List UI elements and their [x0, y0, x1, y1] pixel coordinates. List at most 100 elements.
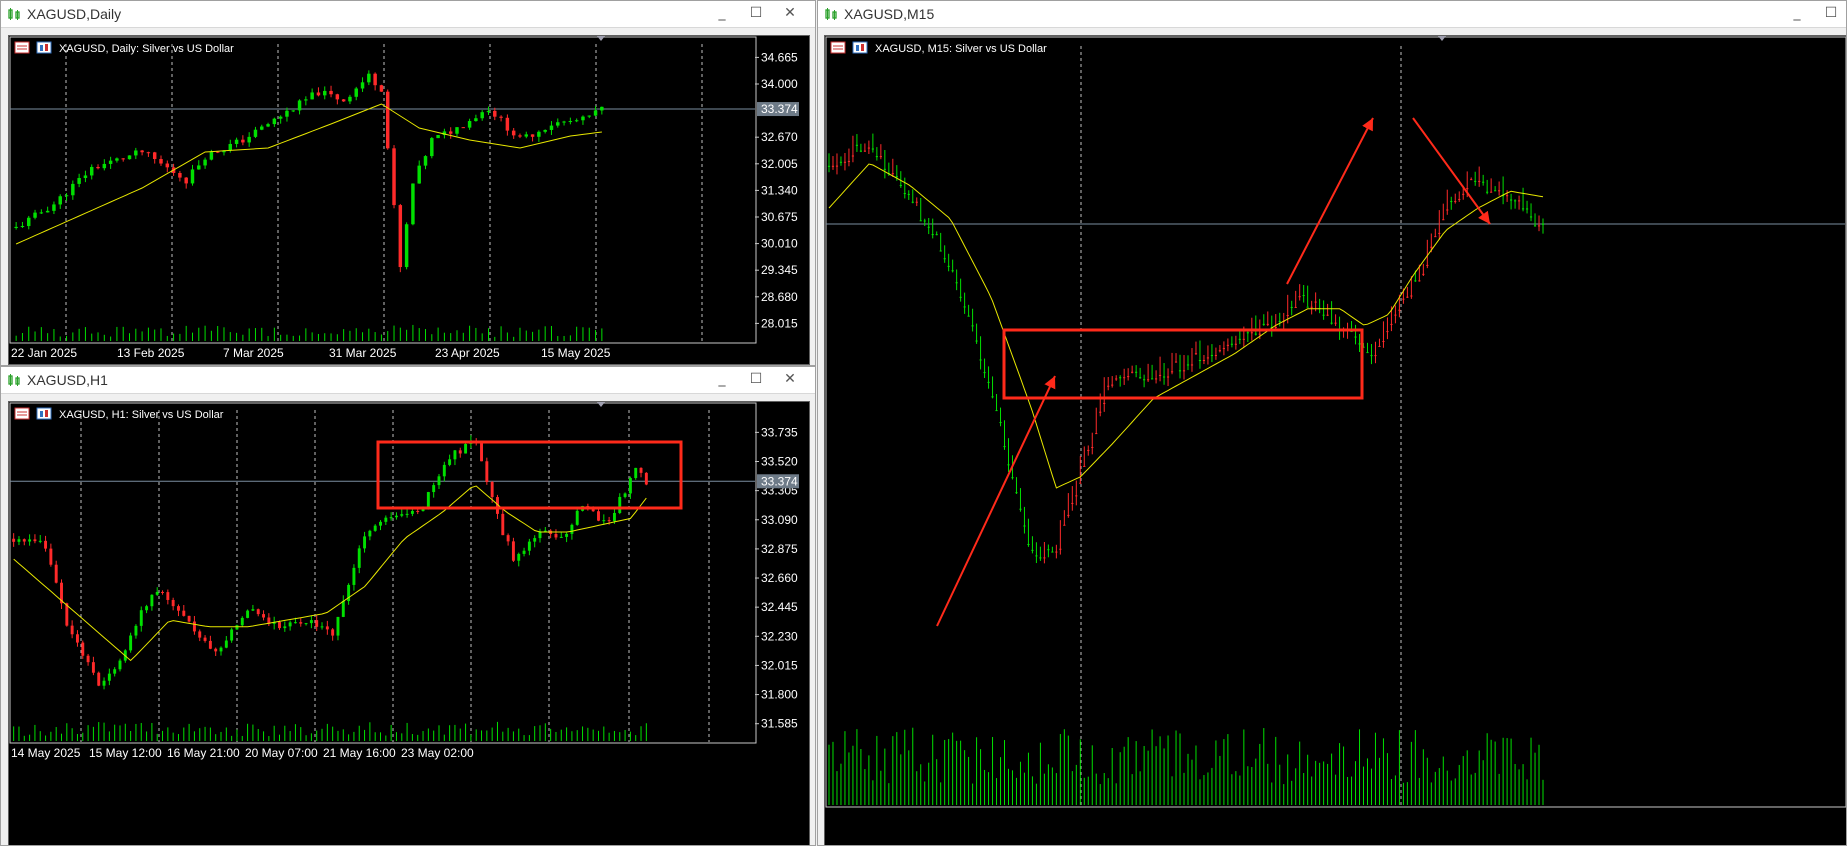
- candle-body: [203, 637, 207, 641]
- candle-body: [1525, 208, 1529, 210]
- plot-frame: [9, 36, 757, 344]
- x-tick-label: 20 May 07:00: [245, 746, 318, 760]
- candle-body: [1486, 191, 1489, 193]
- window-title: XAGUSD,H1: [27, 372, 108, 388]
- candle-body: [102, 163, 107, 169]
- candle-body: [839, 161, 843, 163]
- candle-body: [39, 212, 44, 214]
- maximize-button[interactable]: ☐: [1822, 4, 1840, 22]
- candle-body: [354, 88, 358, 97]
- candle-body: [1466, 188, 1469, 190]
- y-tick-label: 30.010: [761, 237, 798, 251]
- candle-body: [1230, 343, 1233, 345]
- candle-body: [134, 150, 138, 156]
- candle-body: [152, 152, 157, 160]
- candle-body: [1426, 264, 1429, 266]
- candle-body: [411, 183, 415, 225]
- candle-body: [1067, 514, 1070, 516]
- candle-body: [70, 625, 74, 635]
- candle-body: [247, 136, 251, 143]
- candle-body: [855, 144, 859, 146]
- candle-body: [1314, 301, 1317, 303]
- candle-body: [234, 139, 239, 144]
- titlebar-daily[interactable]: XAGUSD,Daily _ ☐ ✕: [1, 1, 815, 28]
- candle-body: [915, 201, 918, 203]
- window-title: XAGUSD,Daily: [27, 6, 122, 22]
- candle-body: [14, 226, 18, 228]
- candle-body: [1258, 333, 1261, 335]
- titlebar-h1[interactable]: XAGUSD,H1 _ ☐ ✕: [1, 367, 815, 394]
- candle-body: [453, 450, 457, 460]
- candle-body: [341, 601, 345, 617]
- icon-part: [14, 407, 30, 420]
- candle-body: [537, 131, 541, 137]
- candle-body: [1378, 345, 1381, 347]
- maximize-button[interactable]: ☐: [747, 4, 765, 22]
- uptrend-arrow-annotation: [1286, 117, 1374, 285]
- candle-body: [165, 163, 170, 168]
- candle-body: [1262, 323, 1265, 325]
- candle-body: [493, 110, 497, 117]
- chart-type-icon: [852, 41, 868, 54]
- candle-body: [847, 160, 851, 162]
- candle-body: [288, 622, 292, 627]
- plot-frame: [9, 402, 757, 744]
- minimize-button[interactable]: _: [1788, 4, 1806, 22]
- candle-body: [859, 150, 863, 152]
- candle-body: [45, 210, 50, 213]
- candle-body: [1103, 402, 1106, 404]
- candle-body: [911, 201, 914, 203]
- candle-body: [1083, 465, 1086, 467]
- minimize-button[interactable]: _: [713, 4, 731, 22]
- candle-body: [1517, 200, 1521, 202]
- candle-body: [113, 669, 117, 674]
- candle-body: [568, 121, 573, 123]
- candle-body: [38, 540, 42, 542]
- candle-body: [392, 148, 396, 206]
- candle-body: [12, 538, 16, 542]
- candle-body: [1298, 296, 1301, 298]
- candle-body: [1310, 306, 1313, 308]
- chart-area-m15[interactable]: XAGUSD, M15: Silver vs US Dollar: [824, 35, 1846, 845]
- icon-part: [36, 41, 52, 54]
- candle-body: [991, 396, 994, 398]
- close-button[interactable]: ✕: [781, 370, 799, 388]
- candle-body: [436, 135, 440, 139]
- candle-body: [224, 640, 228, 648]
- titlebar-m15[interactable]: XAGUSD,M15 _ ☐: [818, 1, 1846, 28]
- candle-body: [102, 680, 106, 686]
- candle-body: [1294, 306, 1297, 308]
- candle-body: [1202, 360, 1206, 362]
- minimize-button[interactable]: _: [713, 370, 731, 388]
- candle-body: [1442, 219, 1445, 221]
- candle-body: [1386, 331, 1389, 333]
- chart-window-icon: [825, 8, 837, 20]
- candle-body: [618, 496, 622, 513]
- candle-body: [1513, 200, 1517, 202]
- candle-body: [1370, 355, 1373, 357]
- candle-body: [352, 567, 356, 585]
- candle-body: [524, 134, 529, 137]
- y-tick-label: 33.090: [761, 513, 798, 527]
- candle-body: [593, 110, 598, 116]
- chart-area-h1[interactable]: 14 May 2025 15 May 12:00 16 May 21:00 20 Ma…: [8, 401, 810, 845]
- candle-body: [581, 116, 585, 121]
- candle-body: [1482, 181, 1485, 183]
- candle-body: [1115, 378, 1118, 380]
- candle-body: [480, 112, 484, 119]
- x-tick-label: 13 Feb 2025: [117, 346, 185, 360]
- candle-body: [591, 509, 595, 512]
- candle-body: [1087, 449, 1090, 451]
- candle-body: [1410, 295, 1413, 297]
- close-button[interactable]: ✕: [781, 4, 799, 22]
- moving-average-line: [13, 485, 647, 662]
- chart-area-daily[interactable]: 22 Jan 2025 13 Feb 2025 7 Mar 2025 31 Mar 2…: [8, 35, 810, 365]
- maximize-button[interactable]: ☐: [747, 370, 765, 388]
- candle-body: [410, 510, 414, 514]
- x-tick-label: 14 May 2025: [11, 746, 81, 760]
- candle-body: [1043, 557, 1046, 559]
- candle-body: [291, 110, 295, 112]
- icon-part: [14, 41, 30, 54]
- candle-body: [499, 116, 503, 118]
- candle-body: [597, 511, 600, 521]
